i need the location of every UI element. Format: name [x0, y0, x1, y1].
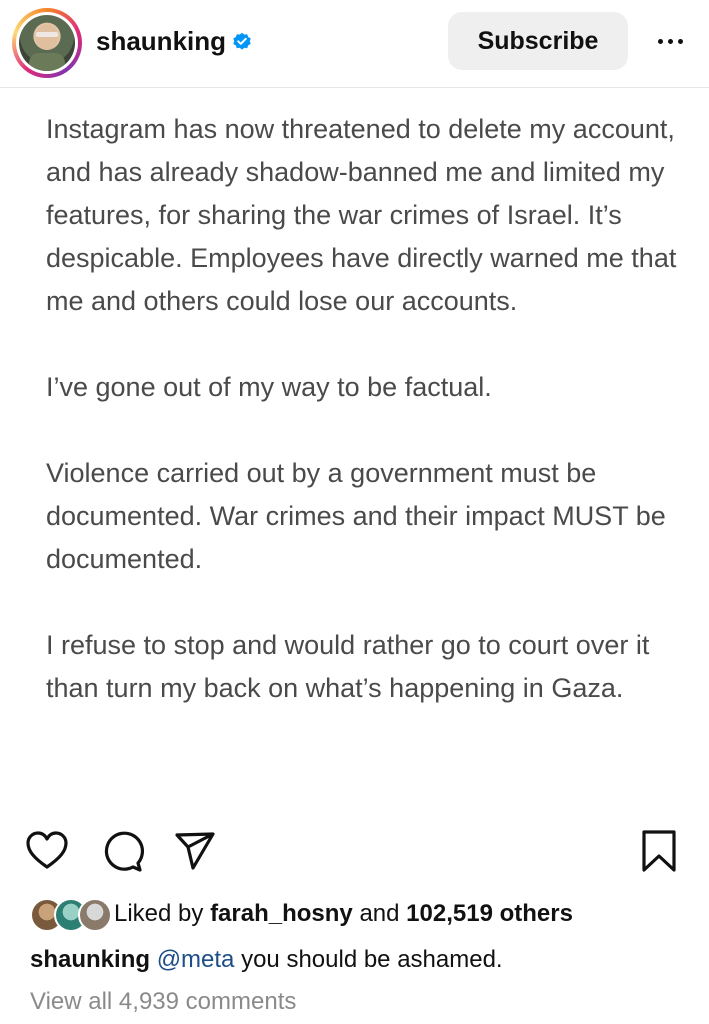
username-row: shaunking	[96, 26, 252, 57]
likes-count[interactable]: 102,519 others	[406, 900, 573, 927]
heart-icon[interactable]	[24, 828, 70, 874]
comment-icon[interactable]	[100, 828, 146, 874]
avatar-image	[19, 15, 75, 71]
avatar[interactable]	[12, 8, 82, 78]
share-icon[interactable]	[172, 828, 218, 874]
username-link[interactable]: shaunking	[96, 26, 226, 57]
post-header: shaunking Subscribe	[0, 0, 709, 88]
verified-badge-icon	[232, 32, 252, 52]
subscribe-button[interactable]: Subscribe	[448, 12, 628, 70]
caption-text: you should be ashamed.	[234, 946, 503, 973]
post-paragraph: I’ve gone out of my way to be factual.	[46, 372, 492, 402]
post-paragraph: Instagram has now threatened to delete m…	[46, 114, 677, 316]
post-body: Instagram has now threatened to delete m…	[46, 108, 686, 753]
liker-avatars	[30, 898, 112, 932]
liker-avatar	[78, 898, 112, 932]
action-bar	[0, 828, 709, 878]
likes-summary[interactable]: Liked by farah_hosny and 102,519 others	[30, 896, 573, 932]
more-options-icon[interactable]	[650, 26, 690, 56]
post-paragraph: Violence carried out by a government mus…	[46, 458, 666, 574]
post-paragraph: I refuse to stop and would rather go to …	[46, 630, 650, 703]
liker-username[interactable]: farah_hosny	[210, 900, 353, 927]
avatar-border	[16, 12, 78, 74]
view-comments-link[interactable]: View all 4,939 comments	[30, 988, 296, 1016]
caption-username[interactable]: shaunking	[30, 946, 150, 973]
bookmark-icon[interactable]	[636, 828, 682, 874]
likes-text: Liked by farah_hosny and 102,519 others	[114, 900, 573, 927]
caption: shaunking @meta you should be ashamed.	[30, 946, 503, 974]
caption-mention[interactable]: @meta	[157, 946, 235, 973]
